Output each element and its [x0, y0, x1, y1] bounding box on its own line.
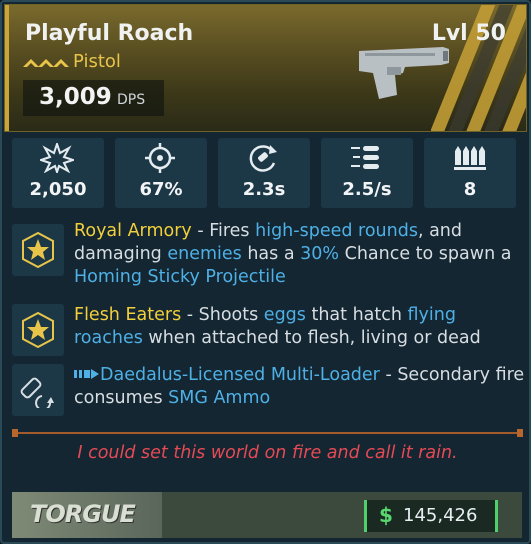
stat-value: 2.3s: [242, 179, 286, 200]
manufacturer-logo: TORGUE: [12, 492, 162, 538]
weapon-card: Playful Roach Lvl 50 Pistol 3,009 DPS 2,…: [0, 0, 531, 544]
stats-row: 2,050 67% 2.3s 2.5/s 8: [12, 138, 518, 208]
perk-badge: [12, 304, 64, 356]
star-badge-icon: [22, 312, 54, 348]
keyword: Homing Sticky Projectile: [74, 267, 286, 287]
stat-magazine: 8: [424, 138, 516, 208]
price-box: $ 145,426: [364, 500, 498, 532]
flavor-text: I could set this world on fire and call …: [77, 443, 458, 463]
stat-accuracy: 67%: [115, 138, 207, 208]
stat-reload: 2.3s: [218, 138, 310, 208]
star-badge-icon: [22, 232, 54, 268]
multi-loader-icon: [20, 377, 54, 408]
stat-value: 8: [463, 179, 477, 200]
damage-burst-icon: [40, 143, 74, 173]
crosshair-accuracy-icon: [145, 143, 175, 173]
perk-name: Royal Armory: [74, 221, 192, 241]
perk-description: Flesh Eaters - Shoots eggs that hatch fl…: [74, 305, 481, 348]
footer: TORGUE $ 145,426: [12, 492, 522, 538]
perk-flesh-eaters: Flesh Eaters - Shoots eggs that hatch fl…: [12, 304, 522, 360]
reload-time-icon: [249, 145, 277, 172]
perk-description: Royal Armory - Fires high-speed rounds, …: [74, 221, 512, 287]
perk-name: Flesh Eaters: [74, 305, 182, 325]
section-divider: [12, 429, 523, 437]
dollar-icon: $: [379, 503, 393, 527]
magazine-ammo-icon: [454, 146, 486, 170]
stat-value: 2,050: [29, 179, 87, 200]
rarity-bar: [5, 5, 9, 131]
pistol-icon: [359, 47, 449, 99]
manufacturer-chevron-icon: [23, 59, 69, 67]
perk-name: Daedalus-Licensed Multi-Loader: [100, 365, 380, 385]
keyword: eggs: [263, 305, 306, 325]
perk-royal-armory: Royal Armory - Fires high-speed rounds, …: [12, 220, 522, 294]
dps-value: 3,009: [39, 84, 112, 110]
perk-badge: [12, 224, 64, 276]
dps-unit: DPS: [117, 92, 146, 108]
keyword: high-speed rounds: [255, 221, 418, 241]
perk-multi-loader: Daedalus-Licensed Multi-Loader - Seconda…: [12, 364, 524, 420]
weapon-header: Playful Roach Lvl 50 Pistol 3,009 DPS: [4, 4, 527, 132]
keyword: SMG Ammo: [168, 388, 271, 408]
weapon-name: Playful Roach: [25, 21, 194, 46]
dps-box: 3,009 DPS: [23, 80, 164, 116]
perk-description: Daedalus-Licensed Multi-Loader - Seconda…: [74, 365, 525, 408]
brand-name: TORGUE: [30, 500, 136, 528]
fire-rate-icon: [351, 146, 379, 169]
keyword: enemies: [167, 244, 242, 264]
ammo-feed-icon: [74, 369, 99, 379]
stat-value: 67%: [139, 179, 183, 200]
weapon-type: Pistol: [73, 51, 121, 72]
keyword: 30%: [300, 244, 340, 264]
stat-value: 2.5/s: [342, 179, 392, 200]
perk-badge: [12, 364, 64, 416]
stat-damage: 2,050: [12, 138, 104, 208]
price-value: 145,426: [403, 505, 478, 526]
stat-fire-rate: 2.5/s: [321, 138, 413, 208]
